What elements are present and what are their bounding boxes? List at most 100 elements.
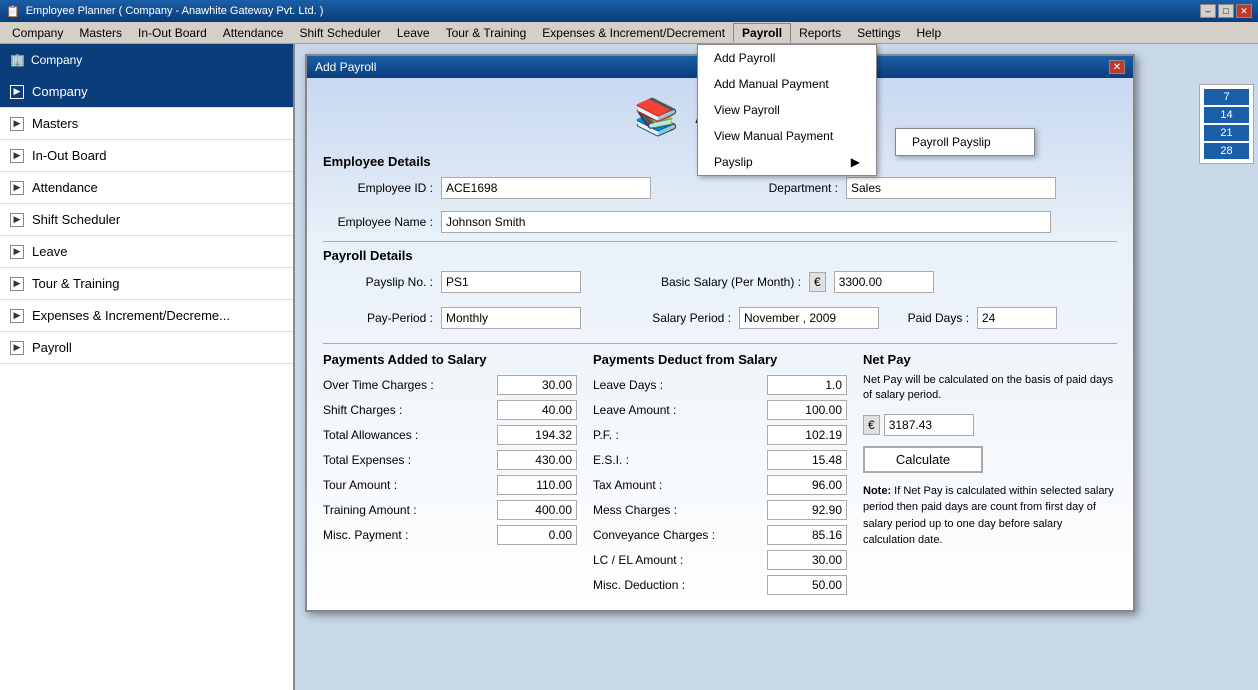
dropdown-add-payroll[interactable]: Add Payroll bbox=[698, 45, 876, 71]
paid-days-label: Paid Days : bbox=[899, 311, 969, 325]
sidebar-item-company[interactable]: ▶ Company bbox=[0, 76, 293, 108]
sidebar-label-company: Company bbox=[32, 84, 88, 99]
leave-days-input[interactable] bbox=[767, 375, 847, 395]
menu-leave[interactable]: Leave bbox=[389, 24, 438, 42]
payment-row-overtime: Over Time Charges : bbox=[323, 375, 577, 395]
submenu-payroll-payslip[interactable]: Payroll Payslip bbox=[896, 129, 1034, 155]
allowances-label: Total Allowances : bbox=[323, 428, 418, 442]
dropdown-add-manual[interactable]: Add Manual Payment bbox=[698, 71, 876, 97]
sidebar-label-masters: Masters bbox=[32, 116, 78, 131]
sidebar-item-leave[interactable]: ▶ Leave bbox=[0, 236, 293, 268]
salary-period-row: Salary Period : bbox=[641, 307, 879, 329]
menu-payroll[interactable]: Payroll bbox=[733, 23, 791, 42]
basic-salary-row: Basic Salary (Per Month) : € bbox=[641, 271, 934, 293]
net-pay-title: Net Pay bbox=[863, 352, 1117, 367]
conveyance-input[interactable] bbox=[767, 525, 847, 545]
payment-row-misc: Misc. Payment : bbox=[323, 525, 577, 545]
payslip-no-row: Payslip No. : bbox=[323, 271, 581, 293]
pay-period-input[interactable] bbox=[441, 307, 581, 329]
dialog-title: Add Payroll bbox=[315, 60, 376, 74]
chevron-right-icon: ▶ bbox=[851, 155, 860, 169]
esi-input[interactable] bbox=[767, 450, 847, 470]
tax-input[interactable] bbox=[767, 475, 847, 495]
sidebar: 🏢 Company ▶ Company ▶ Masters ▶ In-Out B… bbox=[0, 44, 295, 690]
pf-input[interactable] bbox=[767, 425, 847, 445]
calculate-button[interactable]: Calculate bbox=[863, 446, 983, 473]
menu-expenses[interactable]: Expenses & Increment/Decrement bbox=[534, 24, 733, 42]
expand-icon-expenses: ▶ bbox=[10, 309, 24, 323]
payments-added-title: Payments Added to Salary bbox=[323, 352, 577, 367]
basic-salary-input[interactable] bbox=[834, 271, 934, 293]
net-pay-input[interactable] bbox=[884, 414, 974, 436]
dropdown-view-payroll[interactable]: View Payroll bbox=[698, 97, 876, 123]
dropdown-payslip[interactable]: Payslip ▶ bbox=[698, 149, 876, 175]
mess-label: Mess Charges : bbox=[593, 503, 677, 517]
sidebar-item-tour[interactable]: ▶ Tour & Training bbox=[0, 268, 293, 300]
misc-payment-input[interactable] bbox=[497, 525, 577, 545]
close-button[interactable]: ✕ bbox=[1236, 4, 1252, 18]
employee-id-input[interactable] bbox=[441, 177, 651, 199]
sidebar-item-expenses[interactable]: ▶ Expenses & Increment/Decreme... bbox=[0, 300, 293, 332]
lc-input[interactable] bbox=[767, 550, 847, 570]
employee-name-label: Employee Name : bbox=[323, 215, 433, 229]
menu-masters[interactable]: Masters bbox=[71, 24, 130, 42]
department-input[interactable] bbox=[846, 177, 1056, 199]
employee-details-form: Employee ID : Department : bbox=[323, 177, 1117, 205]
deduct-row-misc: Misc. Deduction : bbox=[593, 575, 847, 595]
deduct-row-tax: Tax Amount : bbox=[593, 475, 847, 495]
leave-amount-input[interactable] bbox=[767, 400, 847, 420]
misc-deduction-input[interactable] bbox=[767, 575, 847, 595]
paid-days-input[interactable] bbox=[977, 307, 1057, 329]
salary-period-input[interactable] bbox=[739, 307, 879, 329]
cal-day-7: 7 bbox=[1204, 89, 1249, 105]
employee-id-label: Employee ID : bbox=[323, 181, 433, 195]
menu-settings[interactable]: Settings bbox=[849, 24, 908, 42]
overtime-label: Over Time Charges : bbox=[323, 378, 434, 392]
employee-name-row: Employee Name : bbox=[323, 211, 1117, 233]
payslip-no-input[interactable] bbox=[441, 271, 581, 293]
divider-2 bbox=[323, 343, 1117, 344]
sidebar-label-inout: In-Out Board bbox=[32, 148, 106, 163]
sidebar-label-leave: Leave bbox=[32, 244, 67, 259]
menu-inout[interactable]: In-Out Board bbox=[130, 24, 215, 42]
paid-days-row: Paid Days : bbox=[899, 307, 1057, 329]
sidebar-top-label: Company bbox=[31, 53, 82, 67]
allowances-input[interactable] bbox=[497, 425, 577, 445]
minimize-button[interactable]: – bbox=[1200, 4, 1216, 18]
overtime-input[interactable] bbox=[497, 375, 577, 395]
salary-period-label: Salary Period : bbox=[641, 311, 731, 325]
menu-tour[interactable]: Tour & Training bbox=[438, 24, 535, 42]
payment-row-tour: Tour Amount : bbox=[323, 475, 577, 495]
sidebar-item-shift[interactable]: ▶ Shift Scheduler bbox=[0, 204, 293, 236]
menu-company[interactable]: Company bbox=[4, 24, 71, 42]
deduct-row-leave-amount: Leave Amount : bbox=[593, 400, 847, 420]
mess-input[interactable] bbox=[767, 500, 847, 520]
leave-days-label: Leave Days : bbox=[593, 378, 663, 392]
net-pay-currency: € bbox=[863, 415, 880, 435]
menu-shift[interactable]: Shift Scheduler bbox=[291, 24, 388, 42]
menu-reports[interactable]: Reports bbox=[791, 24, 849, 42]
shift-charges-input[interactable] bbox=[497, 400, 577, 420]
maximize-button[interactable]: □ bbox=[1218, 4, 1234, 18]
conveyance-label: Conveyance Charges : bbox=[593, 528, 715, 542]
dropdown-view-manual[interactable]: View Manual Payment bbox=[698, 123, 876, 149]
expenses-input[interactable] bbox=[497, 450, 577, 470]
sidebar-top: 🏢 Company bbox=[0, 44, 293, 76]
sidebar-item-payroll[interactable]: ▶ Payroll bbox=[0, 332, 293, 364]
payroll-dropdown: Add Payroll Add Manual Payment View Payr… bbox=[697, 44, 877, 176]
pay-period-row: Pay-Period : bbox=[323, 307, 581, 329]
dialog-close-button[interactable]: ✕ bbox=[1109, 60, 1125, 74]
sidebar-item-attendance[interactable]: ▶ Attendance bbox=[0, 172, 293, 204]
shift-label: Shift Charges : bbox=[323, 403, 402, 417]
expand-icon-leave: ▶ bbox=[10, 245, 24, 259]
esi-label: E.S.I. : bbox=[593, 453, 629, 467]
training-input[interactable] bbox=[497, 500, 577, 520]
menu-attendance[interactable]: Attendance bbox=[215, 24, 292, 42]
tour-input[interactable] bbox=[497, 475, 577, 495]
deduct-row-pf: P.F. : bbox=[593, 425, 847, 445]
sidebar-item-inout[interactable]: ▶ In-Out Board bbox=[0, 140, 293, 172]
employee-name-input[interactable] bbox=[441, 211, 1051, 233]
sidebar-item-masters[interactable]: ▶ Masters bbox=[0, 108, 293, 140]
menu-help[interactable]: Help bbox=[908, 24, 949, 42]
title-bar: 📋 Employee Planner ( Company - Anawhite … bbox=[0, 0, 1258, 22]
